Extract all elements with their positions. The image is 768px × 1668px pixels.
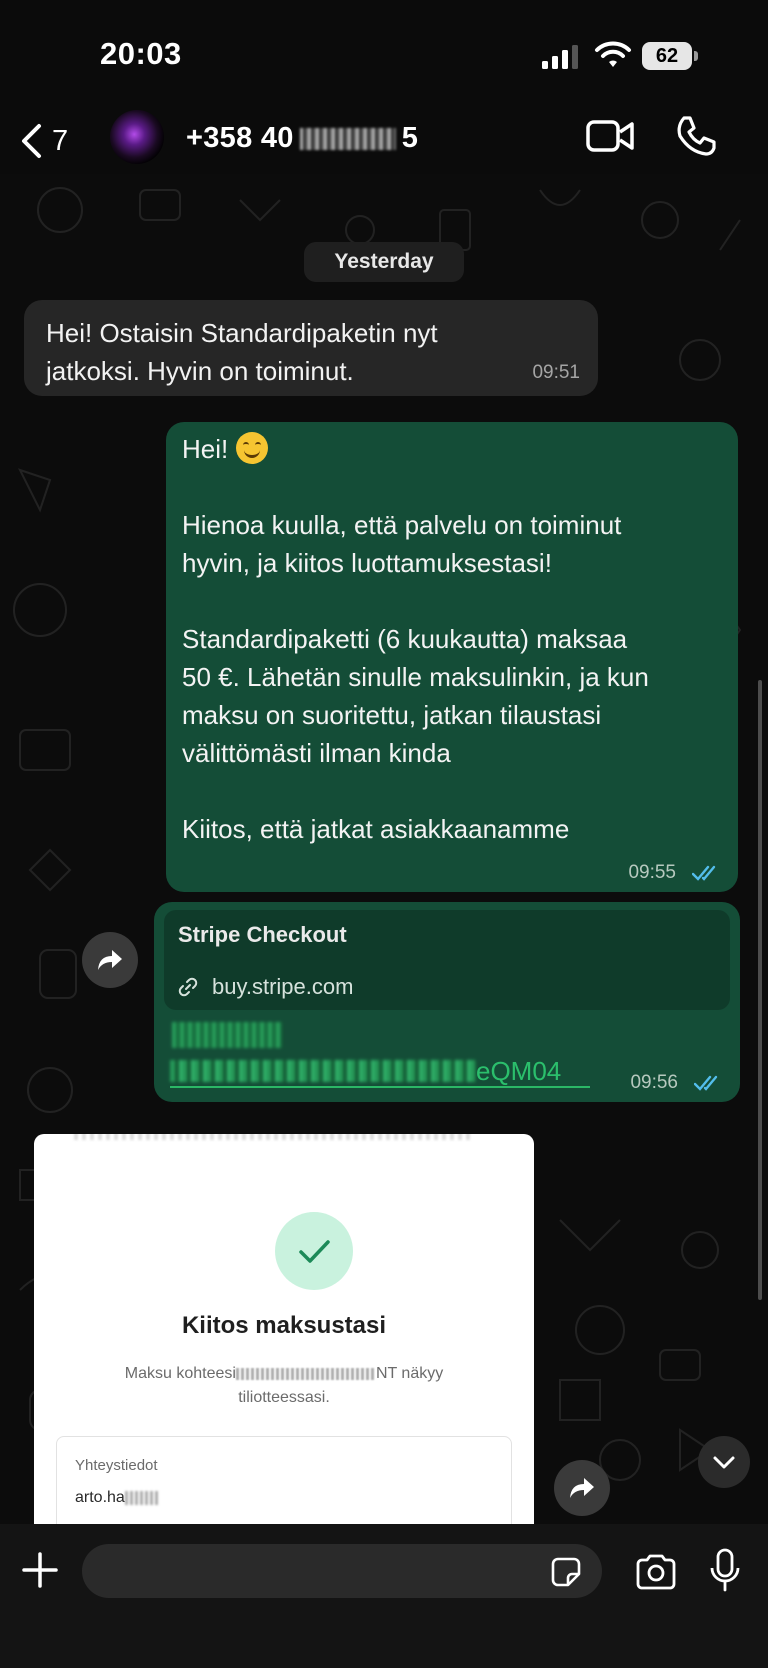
receipt-desc-line2: tiliotteessasi. bbox=[238, 1389, 330, 1406]
scroll-to-bottom-button[interactable] bbox=[698, 1436, 750, 1488]
link-url-tail: eQM04 bbox=[476, 1056, 562, 1086]
contact-suffix: 5 bbox=[401, 122, 419, 154]
link-icon bbox=[178, 977, 198, 997]
incoming-message[interactable]: Hei! Ostaisin Standardipaketin nyt jatko… bbox=[24, 300, 598, 396]
date-separator: Yesterday bbox=[304, 242, 464, 282]
check-icon bbox=[299, 1240, 330, 1263]
contact-label: Yhteystiedot bbox=[75, 1457, 158, 1474]
contact-value: arto.ha bbox=[75, 1489, 159, 1507]
plus-icon[interactable] bbox=[20, 1550, 60, 1590]
link-title: Stripe Checkout bbox=[178, 922, 347, 947]
video-camera-icon[interactable] bbox=[586, 116, 636, 156]
receipt-desc-prefix: Maksu kohteesi bbox=[124, 1365, 236, 1382]
smiling-face-icon bbox=[236, 432, 269, 464]
double-check-icon bbox=[692, 865, 716, 881]
message-line: välittömästi ilman kinda bbox=[182, 738, 451, 768]
link-url[interactable]: eQM04 bbox=[170, 1054, 590, 1088]
contact-info-box: Yhteystiedot arto.ha bbox=[56, 1436, 512, 1534]
status-time: 20:03 bbox=[100, 36, 182, 71]
redacted-email bbox=[124, 1490, 159, 1505]
chat-header: 7 +358 40 5 bbox=[0, 110, 768, 174]
forward-button[interactable] bbox=[82, 932, 138, 988]
outgoing-message[interactable]: Hei! Hienoa kuulla, että palvelu on toim… bbox=[166, 422, 738, 892]
message-time: 09:55 bbox=[628, 862, 676, 883]
forward-icon bbox=[98, 950, 122, 970]
success-badge bbox=[275, 1212, 353, 1290]
message-line: maksu on suoritettu, jatkan tilaustasi bbox=[182, 700, 602, 730]
receipt-desc-suffix: NT näkyy bbox=[375, 1365, 444, 1382]
redacted-header bbox=[74, 1134, 474, 1140]
contact-prefix: +358 40 bbox=[186, 122, 294, 154]
battery-indicator: 62 bbox=[642, 42, 692, 70]
camera-icon[interactable] bbox=[634, 1554, 678, 1590]
composer-bar bbox=[0, 1524, 768, 1668]
phone-icon[interactable] bbox=[674, 114, 718, 158]
status-bar: 20:03 62 bbox=[0, 0, 768, 110]
receipt-image[interactable]: Kiitos maksustasi Maksu kohteesi NT näkyy… bbox=[34, 1134, 534, 1534]
message-line: Standardipaketti (6 kuukautta) maksaa bbox=[182, 624, 628, 654]
microphone-icon[interactable] bbox=[710, 1548, 740, 1594]
receipt-description: Maksu kohteesi NT näkyy tiliotteessasi. bbox=[70, 1362, 498, 1410]
message-time: 09:56 bbox=[630, 1072, 678, 1093]
battery-nub bbox=[694, 51, 698, 61]
forward-button[interactable] bbox=[554, 1460, 610, 1516]
chevron-down-icon bbox=[713, 1456, 735, 1469]
message-time: 09:51 bbox=[532, 362, 580, 383]
forward-icon bbox=[570, 1478, 594, 1498]
redacted-merchant bbox=[235, 1367, 376, 1380]
redacted-digits bbox=[299, 128, 396, 151]
link-domain: buy.stripe.com bbox=[212, 974, 354, 999]
redacted-url-part bbox=[170, 1060, 476, 1082]
message-greeting: Hei! bbox=[182, 432, 269, 465]
unread-count: 7 bbox=[52, 124, 69, 157]
wifi-icon bbox=[595, 41, 631, 67]
message-input[interactable] bbox=[82, 1544, 602, 1598]
double-check-icon bbox=[694, 1075, 718, 1091]
message-line: hyvin, ja kiitos luottamuksestasi! bbox=[182, 548, 552, 578]
link-domain-row: buy.stripe.com bbox=[178, 974, 353, 1000]
message-line: Hienoa kuulla, että palvelu on toiminut bbox=[182, 510, 622, 540]
link-preview[interactable]: Stripe Checkout buy.stripe.com bbox=[164, 910, 730, 1010]
message-text: Hei! Ostaisin Standardipaketin nyt jatko… bbox=[46, 314, 546, 390]
signal-icon bbox=[542, 45, 578, 69]
message-line: 50 €. Lähetän sinulle maksulinkin, ja ku… bbox=[182, 662, 649, 692]
redacted-url-part bbox=[172, 1022, 282, 1048]
sticker-icon[interactable] bbox=[550, 1556, 582, 1588]
avatar[interactable] bbox=[110, 110, 164, 164]
greeting-text: Hei! bbox=[182, 434, 229, 464]
back-icon bbox=[22, 124, 41, 158]
link-message[interactable]: Stripe Checkout buy.stripe.com eQM04 09:… bbox=[154, 902, 740, 1102]
message-line: Hei! Ostaisin Standardipaketin nyt bbox=[46, 318, 438, 348]
back-button[interactable]: 7 bbox=[20, 118, 90, 164]
receipt-title: Kiitos maksustasi bbox=[181, 1312, 387, 1339]
message-line: Kiitos, että jatkat asiakkaanamme bbox=[182, 814, 570, 844]
message-line: jatkoksi. Hyvin on toiminut. bbox=[46, 356, 354, 386]
scrollbar[interactable] bbox=[758, 680, 762, 1300]
contact-name[interactable]: +358 40 5 bbox=[186, 122, 418, 155]
chat-screen: 20:03 62 7 +358 40 5 Yesterday Hei! Osta… bbox=[0, 0, 768, 1668]
